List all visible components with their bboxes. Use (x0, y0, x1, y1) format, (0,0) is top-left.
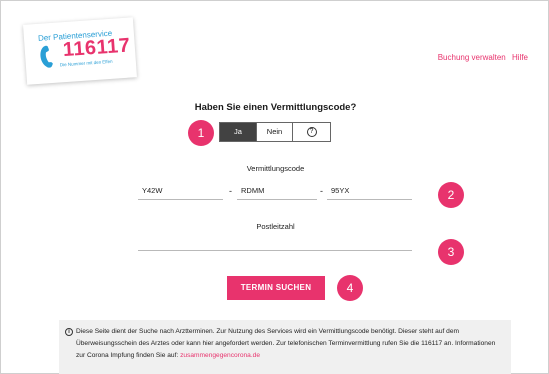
info-box: i Diese Seite dient der Suche nach Arztt… (59, 320, 511, 374)
code-part-3-input[interactable]: 95YX (327, 182, 412, 200)
step-badge-1: 1 (188, 120, 214, 146)
step-badge-2: 2 (438, 182, 464, 208)
step-badge-3: 3 (438, 239, 464, 265)
help-option[interactable]: ? (292, 123, 330, 141)
postcode-label: Postleitzahl (256, 222, 295, 231)
info-icon: i (65, 328, 73, 336)
manage-booking-link[interactable]: Buchung verwalten (438, 53, 506, 62)
corona-info-link[interactable]: zusammengegencorona.de (180, 352, 260, 359)
code-toggle: Ja Nein ? (219, 122, 331, 142)
code-question: Haben Sie einen Vermittlungscode? (194, 102, 357, 113)
code-part-1-input[interactable]: Y42W (138, 182, 223, 200)
help-link[interactable]: Hilfe (512, 53, 528, 62)
phone-handset-icon (40, 45, 53, 68)
logo-number: 116117 (62, 34, 132, 62)
yes-option[interactable]: Ja (220, 123, 256, 141)
step-badge-4: 4 (337, 275, 363, 301)
code-separator-1: - (229, 186, 232, 196)
code-label: Vermittlungscode (246, 164, 305, 173)
page-frame: Der Patientenservice 116117 Die Nummer m… (0, 0, 549, 374)
no-option[interactable]: Nein (256, 123, 292, 141)
postcode-input[interactable] (138, 237, 412, 251)
code-separator-2: - (320, 186, 323, 196)
logo[interactable]: Der Patientenservice 116117 Die Nummer m… (23, 17, 137, 85)
question-mark-icon: ? (306, 127, 317, 138)
info-text: Diese Seite dient der Suche nach Arztter… (76, 328, 496, 359)
search-appointment-button[interactable]: TERMIN SUCHEN (227, 276, 325, 300)
code-part-2-input[interactable]: RDMM (237, 182, 317, 200)
top-nav: Buchung verwalten Hilfe (434, 53, 528, 62)
